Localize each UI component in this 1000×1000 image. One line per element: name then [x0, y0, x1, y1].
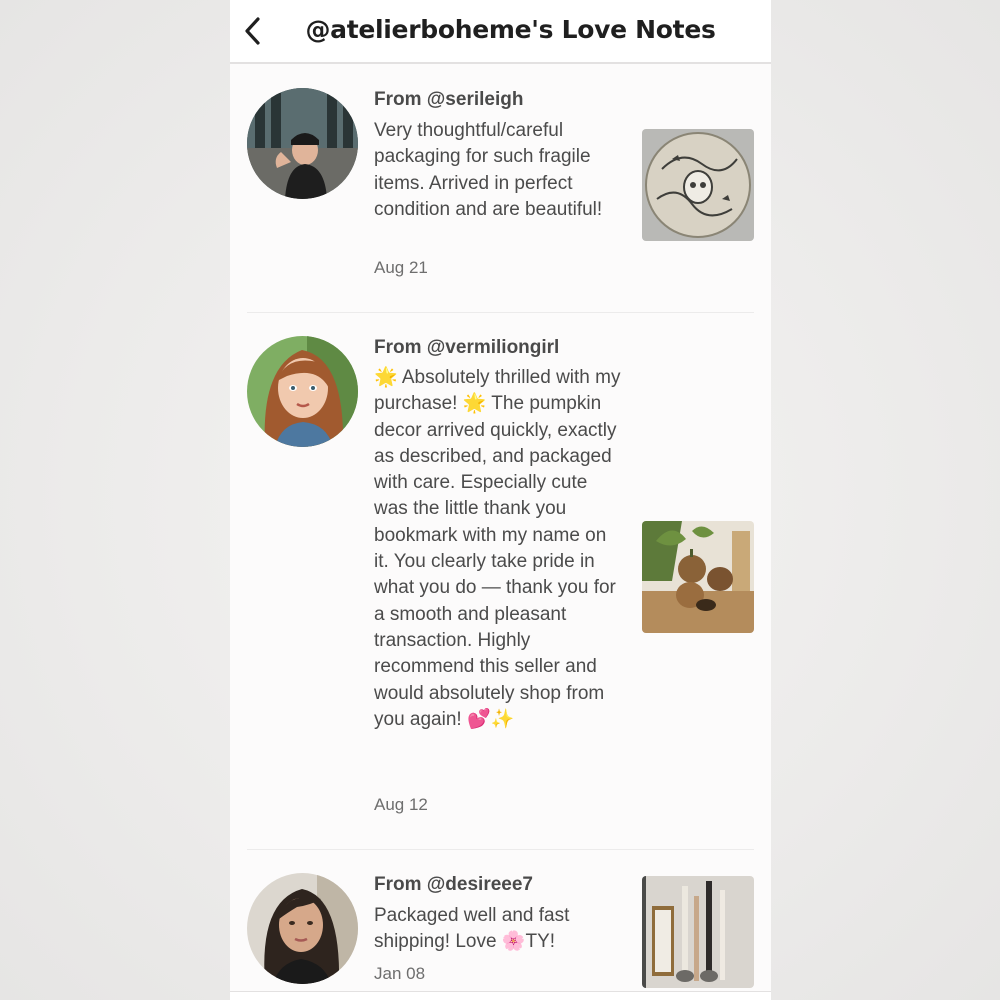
product-thumbnail[interactable]	[642, 521, 754, 633]
love-note: From @vermiliongirl 🌟 Absolutely thrille…	[230, 313, 771, 849]
love-note: From @desireee7 Packaged well and fast s…	[230, 850, 771, 991]
note-message: Very thoughtful/careful packaging for su…	[374, 120, 603, 220]
page-title: @atelierboheme's Love Notes	[305, 15, 716, 44]
product-thumbnail[interactable]	[642, 876, 754, 988]
note-date: Aug 21	[374, 258, 428, 277]
note-date: Aug 12	[374, 795, 428, 814]
top-bar: @atelierboheme's Love Notes	[230, 0, 771, 64]
love-notes-screen: @atelierboheme's Love Notes From @serile…	[230, 0, 771, 1000]
product-thumbnail[interactable]	[642, 129, 754, 241]
note-sender: From @serileigh	[374, 89, 524, 110]
note-sender: From @desireee7	[374, 874, 533, 895]
back-button[interactable]	[238, 14, 268, 48]
note-date: Jan 08	[374, 964, 426, 983]
avatar[interactable]	[247, 88, 358, 199]
bottom-navigation	[230, 991, 771, 1000]
avatar[interactable]	[247, 336, 358, 447]
note-sender: From @vermiliongirl	[374, 337, 560, 358]
avatar[interactable]	[247, 873, 358, 984]
note-message: Packaged well and fast shipping! Love 🌸T…	[374, 905, 570, 953]
love-note: From @serileigh Very thoughtful/careful …	[230, 64, 771, 312]
note-message: 🌟 Absolutely thrilled with my purchase! …	[374, 367, 621, 730]
chevron-left-icon	[245, 17, 260, 45]
